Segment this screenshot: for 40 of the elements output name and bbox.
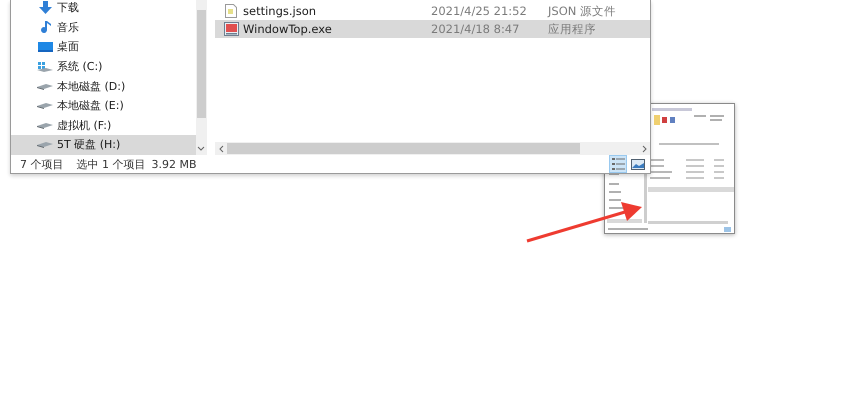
selection-count: 选中 1 个项目 <box>76 156 146 172</box>
file-name: WindowTop.exe <box>243 22 332 36</box>
file-icon <box>223 4 239 18</box>
sidebar-item-label: 音乐 <box>57 20 79 35</box>
sidebar-item[interactable]: 系统 (C:) <box>11 56 196 76</box>
scroll-down-icon[interactable] <box>197 146 205 151</box>
drive-icon <box>37 82 53 90</box>
file-date: 2021/4/25 21:52 <box>431 4 528 18</box>
sidebar-item[interactable]: 5T 硬盘 (H:) <box>11 135 196 155</box>
file-type: JSON 源文件 <box>548 4 616 18</box>
sidebar-item[interactable]: 虚拟机 (F:) <box>11 116 196 136</box>
file-type: 应用程序 <box>548 22 596 36</box>
sidebar-item[interactable]: 桌面 <box>11 37 196 57</box>
sidebar-item[interactable]: 本地磁盘 (E:) <box>11 96 196 116</box>
desktop-icon <box>37 40 53 53</box>
sidebar-item-label: 本地磁盘 (E:) <box>57 98 124 114</box>
vertical-scrollbar[interactable] <box>196 0 207 155</box>
horizontal-scrollbar[interactable] <box>215 142 650 155</box>
download-icon <box>37 0 53 15</box>
drive-icon <box>37 122 53 129</box>
drive-icon <box>37 141 53 148</box>
sidebar-item-label: 本地磁盘 (D:) <box>57 78 126 94</box>
file-name: settings.json <box>243 4 316 18</box>
sidebar-item-label: 虚拟机 (F:) <box>57 118 112 133</box>
item-count: 7 个项目 <box>20 156 64 172</box>
windows-drive-icon <box>37 60 53 73</box>
sidebar-item-label: 5T 硬盘 (H:) <box>57 137 120 152</box>
details-view-button[interactable] <box>609 155 627 173</box>
application-icon <box>223 22 239 36</box>
sidebar-item[interactable]: 下载 <box>11 0 196 18</box>
drive-icon <box>37 102 53 110</box>
sidebar-item[interactable]: 音乐 <box>11 18 196 38</box>
file-row[interactable]: WindowTop.exe 2021/4/18 8:47 应用程序 <box>215 20 650 38</box>
sidebar-item-label: 系统 (C:) <box>57 59 102 74</box>
sidebar-item-label: 桌面 <box>57 39 79 54</box>
file-date: 2021/4/18 8:47 <box>431 22 520 36</box>
sidebar-item[interactable]: 本地磁盘 (D:) <box>11 76 196 96</box>
selection-size: 3.92 MB <box>152 158 197 170</box>
sidebar-item-label: 下载 <box>57 0 79 16</box>
file-row[interactable]: settings.json 2021/4/25 21:52 JSON 源文件 <box>215 2 650 20</box>
